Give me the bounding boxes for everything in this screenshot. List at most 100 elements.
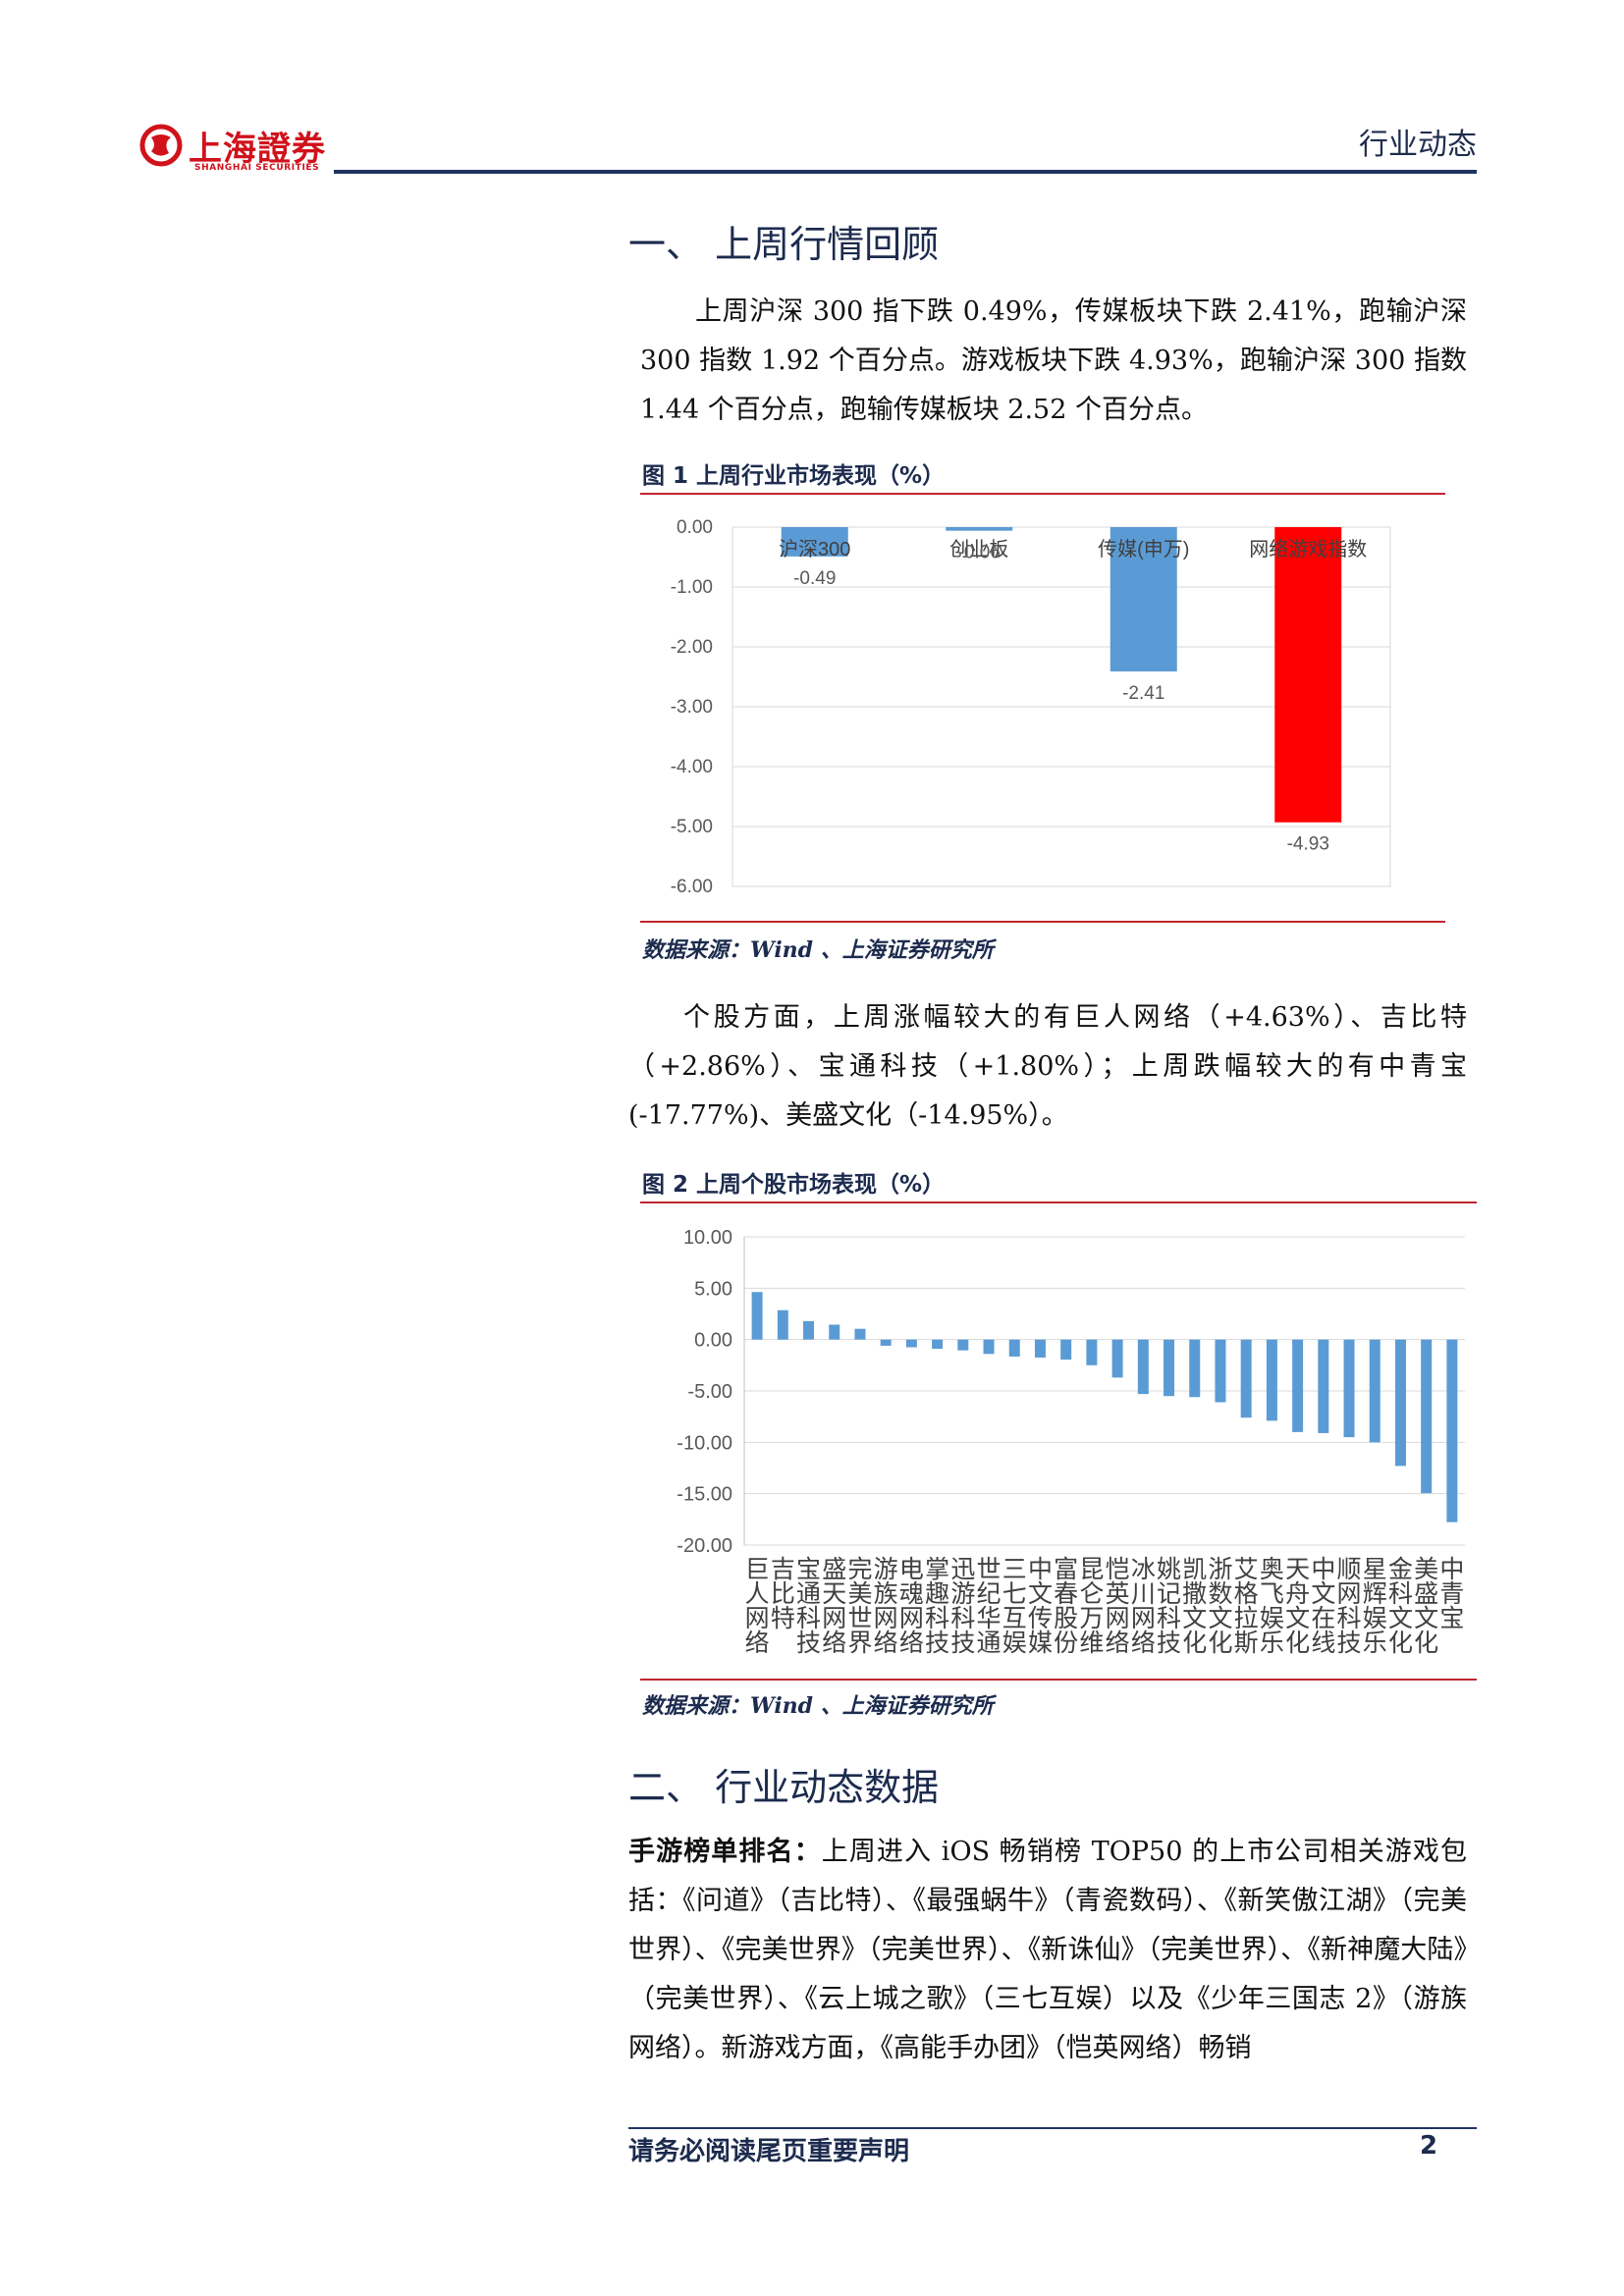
bar-27 — [1446, 1339, 1458, 1522]
figure-2-title: 图 2 上周个股市场表现（%） — [642, 1172, 946, 1198]
category-label: 奥飞娱乐 — [1260, 1556, 1284, 1657]
category-label: 顺网科技 — [1337, 1556, 1362, 1657]
category-label: 中青宝 — [1439, 1556, 1464, 1632]
bar-23 — [1343, 1339, 1355, 1438]
section-2-title: 二、 行业动态数据 — [628, 1766, 940, 1809]
header-divider — [334, 170, 1477, 174]
bar-26 — [1421, 1339, 1433, 1494]
y-tick-label: -15.00 — [677, 1484, 732, 1506]
bar-24 — [1369, 1339, 1380, 1443]
y-tick-label: 10.00 — [683, 1227, 732, 1249]
figure-2-top-rule — [640, 1201, 1477, 1203]
category-label: 电魂网络 — [899, 1556, 924, 1657]
bar-3 — [1274, 527, 1342, 823]
bar-0 — [751, 1292, 763, 1340]
category-label: 宝通科技 — [796, 1556, 821, 1657]
bar-17 — [1189, 1339, 1201, 1398]
industry-performance-chart: 0.00 -1.00 -2.00 -3.00 -4.00 -5.00 -6.00 沪深300 -… — [671, 517, 1391, 897]
bar-13 — [1086, 1339, 1098, 1365]
bar-6 — [905, 1339, 917, 1348]
figure-1-title: 图 1 上周行业市场表现（%） — [642, 463, 946, 489]
data-label: -2.41 — [1122, 683, 1164, 704]
category-label: 世纪华通 — [977, 1556, 1001, 1657]
bar-1 — [777, 1309, 788, 1340]
bar-20 — [1266, 1339, 1277, 1421]
y-tick-label: -6.00 — [671, 877, 713, 897]
bar-7 — [932, 1339, 944, 1350]
category-label: 完美世界 — [847, 1556, 872, 1657]
y-tick-label: -20.00 — [677, 1535, 732, 1557]
y-tick-label: -2.00 — [671, 637, 713, 658]
category-label: 艾格拉斯 — [1234, 1556, 1259, 1657]
category-label: 金科文化 — [1388, 1556, 1413, 1657]
category-label: 传媒(申万) — [1098, 538, 1189, 561]
stock-performance-paragraph: 个股方面，上周涨幅较大的有巨人网络（+4.63%）、吉比特（+2.86%）、宝通… — [628, 993, 1467, 1141]
bar-25 — [1394, 1339, 1406, 1467]
category-label: 掌趣科技 — [925, 1556, 949, 1657]
y-tick-label: -5.00 — [671, 817, 713, 837]
bar-19 — [1240, 1339, 1252, 1418]
category-label: 姚记科技 — [1157, 1556, 1181, 1657]
footer-divider — [628, 2127, 1477, 2129]
y-tick-label: 0.00 — [694, 1330, 732, 1352]
y-tick-label: -3.00 — [671, 697, 713, 718]
bar-11 — [1034, 1339, 1046, 1358]
section-1-title: 一、 上周行情回顾 — [628, 223, 940, 266]
category-label: 美盛文化 — [1414, 1556, 1438, 1657]
y-tick-label: -1.00 — [671, 577, 713, 598]
mobile-chart-ranking-lead: 手游榜单排名： — [628, 1837, 822, 1867]
category-label: 冰川网络 — [1131, 1556, 1156, 1657]
bar-5 — [880, 1339, 892, 1346]
category-label: 游族网络 — [874, 1556, 898, 1657]
category-label: 巨人网络 — [745, 1556, 770, 1657]
company-logo: 上海證券 SHANGHAI SECURITIES — [139, 120, 365, 181]
stock-performance-text: 个股方面，上周涨幅较大的有巨人网络（+4.63%）、吉比特（+2.86%）、宝通… — [628, 1002, 1467, 1131]
bar-8 — [957, 1339, 969, 1351]
category-label: 吉比特 — [771, 1556, 795, 1632]
figure-1-bottom-rule — [640, 921, 1445, 923]
y-tick-label: -10.00 — [677, 1432, 732, 1454]
category-label: 天舟文化 — [1285, 1556, 1310, 1657]
data-label: -0.49 — [793, 568, 836, 589]
bar-2 — [803, 1320, 815, 1340]
bar-4 — [854, 1328, 866, 1340]
y-tick-label: 0.00 — [677, 517, 713, 538]
category-label: 凯撒文化 — [1182, 1556, 1207, 1657]
figure-2-bottom-rule — [640, 1679, 1477, 1681]
logo-emblem-icon — [139, 124, 183, 167]
bar-3 — [829, 1324, 840, 1340]
bar-22 — [1318, 1339, 1329, 1433]
bar-18 — [1215, 1339, 1226, 1403]
category-label: 浙数文化 — [1208, 1556, 1232, 1657]
category-label: 富春股份 — [1054, 1556, 1078, 1657]
bar-14 — [1111, 1339, 1123, 1378]
bar-10 — [1008, 1339, 1020, 1357]
disclaimer-notice: 请务必阅读尾页重要声明 — [628, 2137, 910, 2166]
bar-16 — [1164, 1339, 1175, 1397]
figure-2-source: 数据来源：Wind 、上海证券研究所 — [642, 1693, 994, 1719]
page-number: 2 — [1420, 2131, 1438, 2161]
bar-1 — [946, 527, 1013, 531]
category-label: 迅游科技 — [950, 1556, 975, 1657]
figure-1-source: 数据来源：Wind 、上海证券研究所 — [642, 937, 994, 963]
industry-data-text: 上周进入 iOS 畅销榜 TOP50 的上市公司相关游戏包括：《问道》（吉比特）… — [628, 1837, 1468, 2063]
y-tick-label: 5.00 — [694, 1278, 732, 1300]
data-label: -0.06 — [958, 543, 1001, 563]
y-tick-label: -5.00 — [687, 1381, 732, 1403]
category-label: 网络游戏指数 — [1249, 538, 1367, 561]
bar-9 — [983, 1339, 995, 1355]
market-review-paragraph: 上周沪深 300 指下跌 0.49%，传媒板块下跌 2.41%，跑输沪深 300… — [640, 288, 1467, 435]
category-label: 中文在线 — [1311, 1556, 1335, 1657]
figure-1-top-rule — [640, 493, 1445, 495]
category-label: 星辉娱乐 — [1363, 1556, 1387, 1657]
report-type-label: 行业动态 — [1359, 128, 1477, 162]
data-label: -4.93 — [1287, 834, 1329, 855]
market-review-text: 上周沪深 300 指下跌 0.49%，传媒板块下跌 2.41%，跑输沪深 300… — [640, 296, 1468, 425]
stock-performance-chart: 10.00 5.00 0.00 -5.00 -10.00 -15.00 -20.00 巨人网络… — [677, 1227, 1465, 1657]
category-label: 三七互娱 — [1002, 1556, 1027, 1657]
logo-english-text: SHANGHAI SECURITIES — [194, 163, 320, 173]
y-tick-label: -4.00 — [671, 757, 713, 777]
category-label: 盛天网络 — [822, 1556, 846, 1657]
bar-15 — [1137, 1339, 1149, 1395]
industry-data-paragraph: 手游榜单排名：上周进入 iOS 畅销榜 TOP50 的上市公司相关游戏包括：《问… — [628, 1828, 1467, 2073]
